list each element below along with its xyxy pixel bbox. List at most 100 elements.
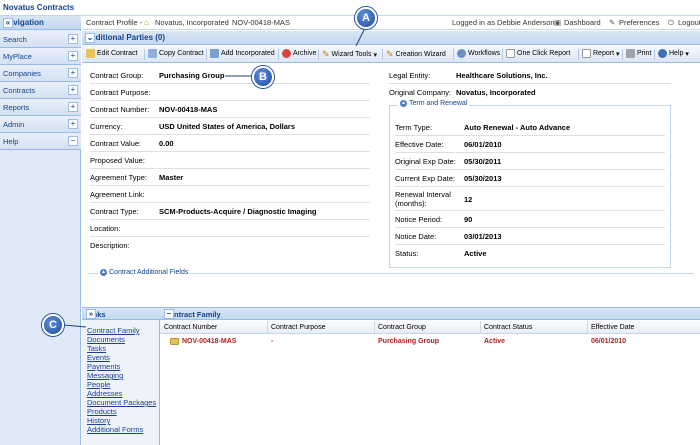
field-label: Status: bbox=[395, 249, 419, 258]
nav-item-label: Reports bbox=[3, 103, 30, 112]
nav-item-companies[interactable]: Companies + bbox=[0, 65, 81, 82]
additional-fields-section: ▲ Contract Additional Fields bbox=[88, 269, 694, 295]
copy-contract-button[interactable]: Copy Contract bbox=[148, 49, 204, 58]
nav-item-label: Companies bbox=[3, 69, 41, 78]
report-button[interactable]: Report ▾ bbox=[582, 49, 620, 58]
add-incorporated-button[interactable]: Add Incorporated bbox=[210, 49, 275, 58]
links-header: Links » bbox=[82, 308, 160, 320]
workflow-icon bbox=[457, 49, 466, 58]
expand-panel-icon[interactable]: ⌄ bbox=[85, 33, 95, 43]
callout-a: A bbox=[355, 7, 377, 29]
divider bbox=[389, 83, 671, 84]
wand-icon: ✎ bbox=[386, 49, 394, 59]
contract-family-header: Contract Family − bbox=[160, 308, 700, 320]
additional-fields-legend[interactable]: ▲ Contract Additional Fields bbox=[98, 269, 191, 276]
link-tasks[interactable]: Tasks bbox=[87, 344, 106, 353]
divider bbox=[395, 186, 665, 187]
link-messaging[interactable]: Messaging bbox=[87, 371, 123, 380]
family-contract-purpose: - bbox=[271, 338, 274, 345]
link-history[interactable]: History bbox=[87, 416, 110, 425]
collapse-icon[interactable]: − bbox=[68, 136, 78, 146]
term-renewal-title: Term and Renewal bbox=[409, 100, 468, 107]
column-header[interactable]: Effective Date bbox=[591, 324, 634, 331]
divider bbox=[395, 227, 665, 228]
wizard-tools-button[interactable]: ✎ Wizard Tools ▾ bbox=[322, 49, 377, 60]
link-payments[interactable]: Payments bbox=[87, 362, 120, 371]
column-header[interactable]: Contract Purpose bbox=[271, 324, 325, 331]
logout-link[interactable]: Logout bbox=[678, 18, 700, 27]
column-header[interactable]: Contract Status bbox=[484, 324, 532, 331]
contract-value-value: 0.00 bbox=[159, 139, 174, 148]
collapse-nav-icon[interactable]: « bbox=[3, 18, 13, 28]
expand-icon[interactable]: + bbox=[68, 68, 78, 78]
workflows-button[interactable]: Workflows bbox=[457, 49, 500, 58]
nav-item-label: Contracts bbox=[3, 86, 36, 95]
toolbar-separator bbox=[578, 49, 579, 60]
expand-section-icon[interactable]: ▲ bbox=[100, 269, 107, 276]
expand-icon[interactable]: + bbox=[68, 51, 78, 61]
dropdown-arrow-icon: ▾ bbox=[373, 51, 378, 59]
divider bbox=[90, 185, 370, 186]
legal-entity-value: Healthcare Solutions, Inc. bbox=[456, 71, 548, 80]
family-effective-date: 06/01/2010 bbox=[591, 338, 627, 345]
nav-item-search[interactable]: Search + bbox=[0, 31, 81, 48]
additional-fields-title: Contract Additional Fields bbox=[109, 269, 189, 276]
link-products[interactable]: Products bbox=[87, 407, 117, 416]
link-people[interactable]: People bbox=[87, 380, 110, 389]
field-label: Currency: bbox=[90, 122, 123, 131]
toolbar-separator bbox=[453, 49, 454, 60]
link-contract-family[interactable]: Contract Family bbox=[87, 326, 140, 335]
expand-icon[interactable]: + bbox=[68, 119, 78, 129]
term-renewal-legend[interactable]: ▲ Term and Renewal bbox=[398, 100, 470, 107]
divider bbox=[90, 236, 370, 237]
divider bbox=[395, 210, 665, 211]
dashboard-link[interactable]: Dashboard bbox=[564, 18, 601, 27]
home-icon: ⌂ bbox=[144, 18, 149, 27]
edit-contract-button[interactable]: Edit Contract bbox=[86, 49, 137, 58]
divider bbox=[395, 169, 665, 170]
column-header[interactable]: Contract Number bbox=[164, 324, 217, 331]
link-addresses[interactable]: Addresses bbox=[87, 389, 122, 398]
archive-button[interactable]: Archive bbox=[282, 49, 316, 58]
creation-wizard-button[interactable]: ✎ Creation Wizard bbox=[386, 49, 446, 60]
one-click-report-button[interactable]: One Click Report bbox=[506, 49, 570, 58]
term-type-value: Auto Renewal - Auto Advance bbox=[464, 123, 571, 132]
expand-icon[interactable]: + bbox=[68, 85, 78, 95]
field-label: Agreement Link: bbox=[90, 190, 145, 199]
link-additional-forms[interactable]: Additional Forms bbox=[87, 425, 143, 434]
divider bbox=[395, 135, 665, 136]
nav-item-admin[interactable]: Admin + bbox=[0, 116, 81, 133]
toolbar-separator bbox=[622, 49, 623, 60]
link-documents[interactable]: Documents bbox=[87, 335, 125, 344]
print-button[interactable]: Print bbox=[626, 49, 651, 58]
breadcrumb-company[interactable]: Novatus, Incorporated bbox=[155, 18, 229, 27]
additional-parties-header[interactable]: Additional Parties (0) ⌄ bbox=[82, 31, 700, 45]
link-events[interactable]: Events bbox=[87, 353, 110, 362]
expand-icon[interactable]: + bbox=[68, 34, 78, 44]
contract-group-value: Purchasing Group bbox=[159, 71, 225, 80]
nav-item-contracts[interactable]: Contracts + bbox=[0, 82, 81, 99]
collapse-section-icon[interactable]: ▲ bbox=[400, 100, 407, 107]
archive-label: Archive bbox=[293, 50, 317, 57]
help-button[interactable]: Help ▾ bbox=[658, 49, 689, 58]
nav-item-label: Admin bbox=[3, 120, 25, 129]
dropdown-arrow-icon: ▾ bbox=[616, 50, 620, 58]
table-header: Contract Number Contract Purpose Contrac… bbox=[160, 321, 700, 334]
add-incorporated-label: Add Incorporated bbox=[221, 50, 275, 57]
family-contract-number[interactable]: NOV-00418-MAS bbox=[182, 338, 236, 345]
nav-item-help[interactable]: Help − bbox=[0, 133, 81, 150]
nav-item-myplace[interactable]: MyPlace + bbox=[0, 48, 81, 65]
column-divider bbox=[267, 321, 268, 334]
expand-icon[interactable]: + bbox=[68, 102, 78, 112]
toolbar-separator bbox=[144, 49, 145, 60]
workflows-label: Workflows bbox=[468, 50, 501, 57]
collapse-family-icon[interactable]: − bbox=[164, 309, 174, 319]
creation-wizard-label: Creation Wizard bbox=[395, 51, 446, 58]
additional-parties-title: Additional Parties (0) bbox=[85, 33, 166, 42]
nav-item-reports[interactable]: Reports + bbox=[0, 99, 81, 116]
table-row[interactable]: NOV-00418-MAS - Purchasing Group Active … bbox=[160, 335, 700, 348]
preferences-link[interactable]: Preferences bbox=[619, 18, 659, 27]
link-document-packages[interactable]: Document Packages bbox=[87, 398, 156, 407]
collapse-links-icon[interactable]: » bbox=[86, 309, 96, 319]
column-header[interactable]: Contract Group bbox=[378, 324, 426, 331]
